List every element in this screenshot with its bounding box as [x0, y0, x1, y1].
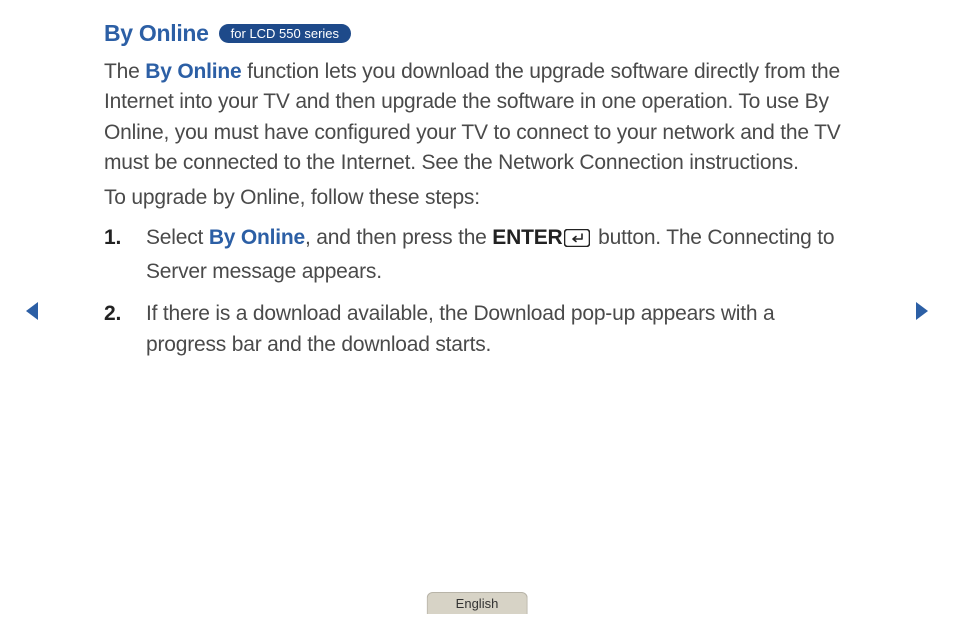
list-item: 2. If there is a download available, the…: [104, 299, 850, 360]
step1-highlight: By Online: [209, 226, 305, 249]
step-number: 2.: [104, 299, 146, 360]
steps-list: 1. Select By Online, and then press the …: [104, 223, 850, 360]
step1-mid: , and then press the: [305, 226, 492, 249]
step-text: Select By Online, and then press the ENT…: [146, 223, 850, 287]
step1-pre: Select: [146, 226, 209, 249]
section-heading: By Online for LCD 550 series: [104, 20, 850, 47]
enter-icon: [564, 226, 590, 256]
next-page-button[interactable]: [912, 300, 930, 327]
prev-page-button[interactable]: [24, 300, 42, 327]
language-tab[interactable]: English: [427, 592, 528, 614]
intro-text-pre: The: [104, 60, 145, 83]
intro-paragraph: The By Online function lets you download…: [104, 57, 850, 179]
step-text: If there is a download available, the Do…: [146, 299, 850, 360]
heading-title: By Online: [104, 20, 209, 47]
follow-steps-text: To upgrade by Online, follow these steps…: [104, 183, 850, 213]
step-number: 1.: [104, 223, 146, 287]
manual-page: By Online for LCD 550 series The By Onli…: [0, 0, 954, 624]
series-badge: for LCD 550 series: [219, 24, 351, 43]
step1-bold: ENTER: [492, 226, 562, 249]
intro-highlight: By Online: [145, 60, 241, 83]
list-item: 1. Select By Online, and then press the …: [104, 223, 850, 287]
